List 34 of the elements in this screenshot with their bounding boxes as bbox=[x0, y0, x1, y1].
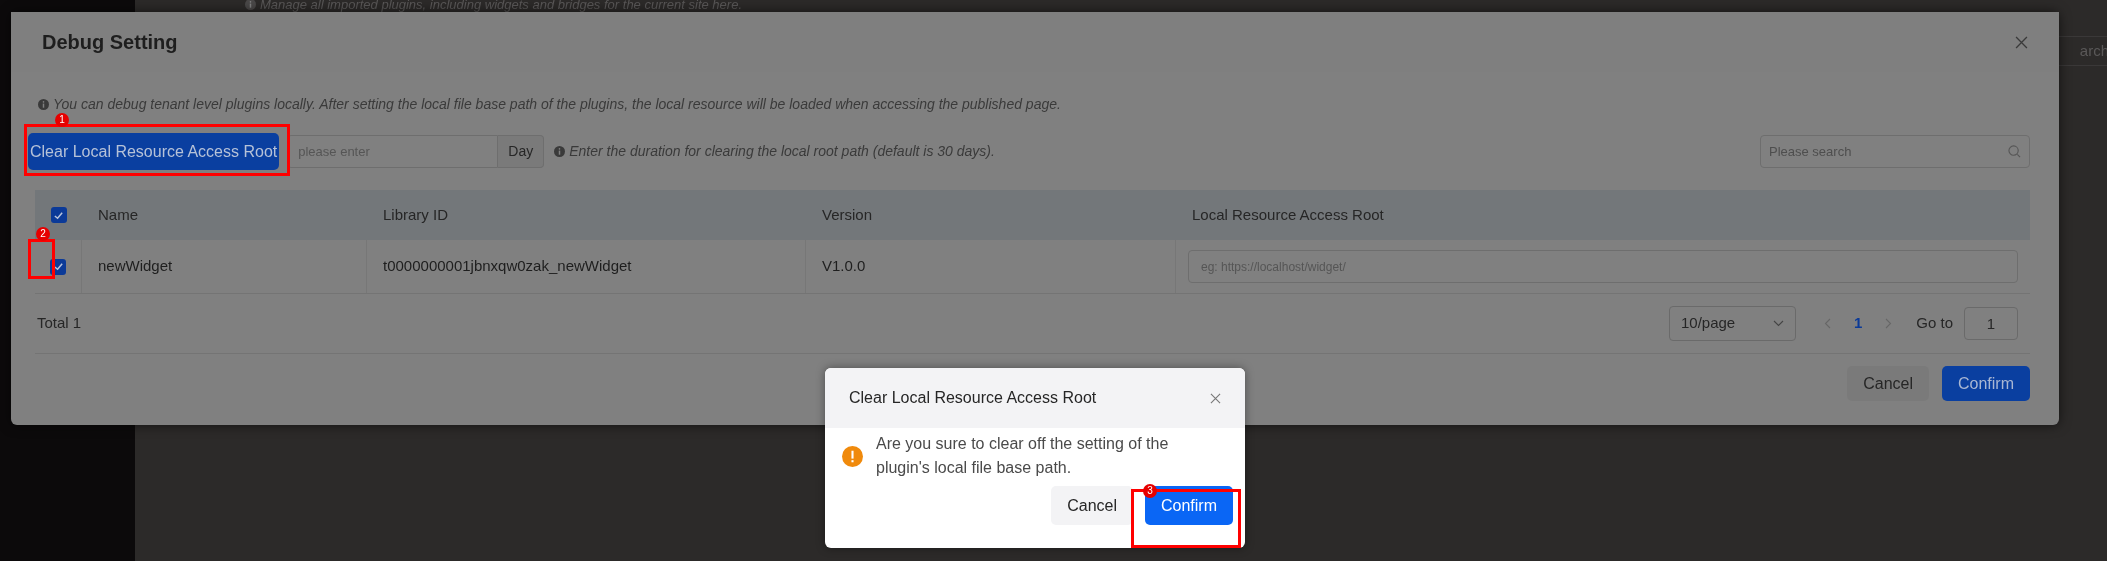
unit-label: Day bbox=[498, 135, 545, 168]
confirm-button[interactable]: Confirm bbox=[1942, 366, 2030, 401]
annotation-box bbox=[28, 239, 55, 279]
goto-field[interactable]: 1 bbox=[1964, 307, 2018, 340]
cancel-button[interactable]: Cancel bbox=[1847, 366, 1929, 401]
checkmark-icon bbox=[52, 261, 64, 272]
cancel-button[interactable]: Cancel bbox=[1051, 486, 1133, 525]
total-count: Total 1 bbox=[37, 313, 82, 334]
dialog-title: Debug Setting bbox=[42, 30, 178, 55]
close-icon[interactable] bbox=[1210, 392, 1221, 404]
chevron-down-icon bbox=[1772, 320, 1784, 327]
info-icon bbox=[554, 146, 566, 157]
page-size-select[interactable]: 10/page bbox=[1668, 306, 1796, 341]
column-header: Version bbox=[822, 205, 873, 223]
search-icon bbox=[2008, 145, 2021, 158]
warning-icon bbox=[842, 445, 863, 467]
column-header: Library ID bbox=[383, 205, 449, 223]
info-icon bbox=[245, 0, 256, 10]
table-cell-text: V1.0.0 bbox=[822, 256, 866, 277]
goto-label: Go to bbox=[1916, 313, 1953, 334]
confirm-message: Are you sure to clear off the setting of the plugin's local file base path. bbox=[876, 434, 1170, 478]
close-icon[interactable] bbox=[2015, 35, 2028, 49]
confirm-title: Clear Local Resource Access Root bbox=[849, 388, 1097, 408]
table-cell-text: newWidget bbox=[98, 256, 173, 277]
column-header: Name bbox=[98, 205, 138, 223]
clear-root-button[interactable]: Clear Local Resource Access Root bbox=[28, 133, 280, 170]
hint-text: Enter the duration for clearing the local root path (default is 30 days). bbox=[569, 142, 995, 161]
table-cell-text: t0000000001jbnxqw0zak_newWidget bbox=[383, 256, 632, 277]
page-number[interactable]: 1 bbox=[1853, 312, 1863, 335]
notice-text: You can debug tenant level plugins locally. After setting the local file base path of the plugins, the local resource will be loaded when accessing the published page. bbox=[53, 95, 1061, 114]
checkbox[interactable] bbox=[50, 207, 67, 223]
info-icon bbox=[38, 99, 49, 110]
checkmark-icon bbox=[53, 209, 64, 221]
column-header: Local Resource Access Root bbox=[1192, 205, 1384, 223]
